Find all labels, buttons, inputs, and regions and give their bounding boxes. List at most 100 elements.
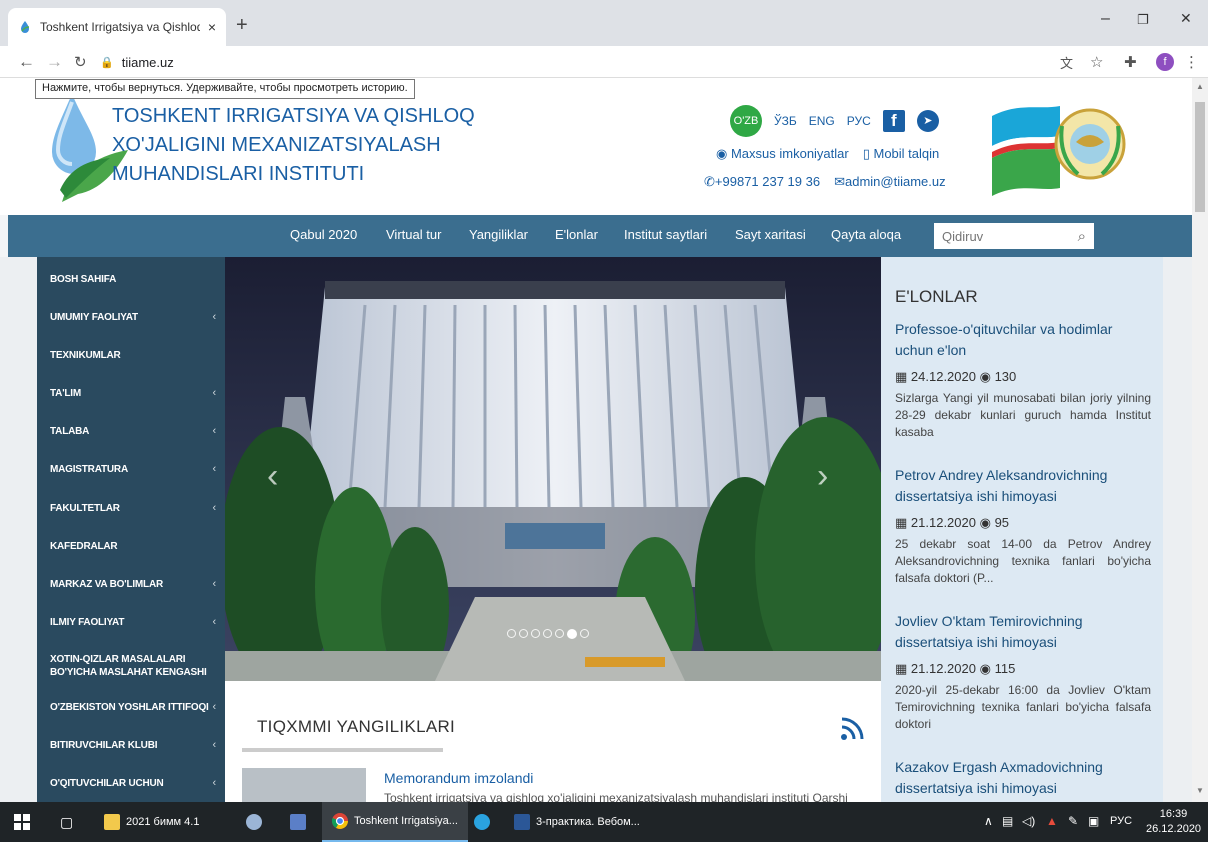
sidebar-item[interactable]: TALABA ‹ [50, 425, 222, 438]
sidebar-item[interactable]: BOSH SAHIFA [50, 273, 222, 286]
sidebar-item[interactable]: TA'LIM ‹ [50, 387, 222, 400]
nav-item-virtual-tour[interactable]: Virtual tur [386, 227, 441, 242]
scrollbar-thumb[interactable] [1195, 102, 1205, 212]
taskbar-word-label: 3-практика. Вебом... [536, 816, 640, 828]
profile-avatar[interactable]: f [1156, 53, 1174, 71]
reload-icon[interactable]: ↻ [74, 53, 87, 71]
slider-dot[interactable] [531, 629, 540, 638]
announcement-title[interactable]: Jovliev O'ktam Temirovichning dissertats… [895, 611, 1153, 653]
sidebar-item[interactable]: TEXNIKUMLAR [50, 349, 222, 362]
phone-link[interactable]: ✆+99871 237 19 36 [704, 174, 820, 190]
lang-en[interactable]: ENG [809, 114, 835, 128]
chrome-icon [332, 813, 348, 829]
lang-ru[interactable]: РУС [847, 114, 871, 128]
announcement-text: 25 dekabr soat 14-00 da Petrov Andrey Al… [895, 537, 1151, 585]
eye-icon: ◉ [716, 146, 731, 161]
email-link[interactable]: ✉admin@tiiame.uz [834, 174, 946, 190]
page-scrollbar[interactable]: ▲ ▼ [1192, 78, 1208, 802]
scroll-up-arrow-icon[interactable]: ▲ [1196, 82, 1204, 91]
close-window-button[interactable]: ✕ [1180, 10, 1192, 27]
browser-tab[interactable]: Toshkent Irrigatsiya va Qishloq X × [8, 8, 226, 46]
announcement-title[interactable]: Kazakov Ergash Axmadovichning dissertats… [895, 757, 1153, 799]
notification-icon[interactable]: ▣ [1088, 814, 1099, 828]
show-hidden-icons-icon[interactable]: ∧ [984, 814, 993, 828]
sidebar-item[interactable]: KAFEDRALAR [50, 540, 222, 553]
back-arrow-icon[interactable]: ← [18, 52, 35, 72]
minimize-button[interactable]: – [1101, 10, 1110, 28]
volume-icon[interactable]: ◁) [1022, 814, 1035, 828]
pen-icon[interactable]: ✎ [1068, 814, 1078, 828]
special-features-link[interactable]: ◉ Maxsus imkoniyatlar [716, 146, 849, 162]
taskbar-item-word[interactable]: 3-практика. Вебом... [514, 802, 640, 842]
nav-item-announcements[interactable]: E'lonlar [555, 227, 598, 242]
taskbar-item-chrome[interactable]: Toshkent Irrigatsiya... [322, 802, 468, 842]
nav-item-institute-sites[interactable]: Institut saytlari [624, 227, 707, 242]
warning-icon[interactable]: ▲ [1046, 814, 1058, 828]
maximize-button[interactable]: ❐ [1137, 12, 1149, 28]
menu-kebab-icon[interactable]: ⋮ [1184, 53, 1199, 71]
search-icon[interactable]: ⌕ [1078, 228, 1086, 245]
lang-uz-cyrillic[interactable]: ЎЗБ [774, 114, 797, 128]
sidebar-item-label: MARKAZ VA BO'LIMLAR [50, 579, 164, 590]
forward-arrow-icon[interactable]: → [46, 52, 63, 72]
news-thumbnail[interactable] [242, 768, 366, 802]
search-input[interactable] [942, 228, 1062, 244]
telegram-icon[interactable]: ➤ [916, 110, 939, 132]
sidebar-item[interactable]: O'QITUVCHILAR UCHUN ‹ [50, 777, 222, 790]
taskbar-item-folder[interactable]: 2021 бимм 4.1 [104, 802, 199, 842]
slider-dot[interactable] [555, 629, 564, 638]
institute-name[interactable]: TOSHKENT IRRIGATSIYA VA QISHLOQ XO'JALIG… [112, 102, 475, 189]
bookmark-star-icon[interactable]: ☆ [1090, 53, 1103, 71]
tab-title: Toshkent Irrigatsiya va Qishloq X [40, 20, 200, 34]
facebook-icon[interactable]: f [882, 110, 905, 132]
windows-logo-icon [14, 814, 30, 830]
slider-dot[interactable] [519, 629, 528, 638]
rss-icon[interactable] [840, 717, 864, 741]
sidebar-item[interactable]: FAKULTETLAR ‹ [50, 502, 222, 515]
contact-info: ✆+99871 237 19 36 ✉admin@tiiame.uz [704, 174, 946, 190]
slider-dot[interactable] [543, 629, 552, 638]
task-view-button[interactable]: ▢ [60, 802, 73, 842]
nav-item-admission[interactable]: Qabul 2020 [290, 227, 357, 242]
nav-item-feedback[interactable]: Qayta aloqa [831, 227, 901, 242]
telegram-icon [474, 814, 490, 830]
nav-item-news[interactable]: Yangiliklar [469, 227, 528, 242]
slider-dot[interactable] [567, 629, 577, 639]
slider-next-arrow-icon[interactable]: › [817, 457, 828, 496]
extensions-puzzle-icon[interactable]: ✚ [1124, 53, 1137, 71]
slider-dot[interactable] [507, 629, 516, 638]
announcement-title[interactable]: Petrov Andrey Aleksandrovichning dissert… [895, 465, 1153, 507]
system-clock[interactable]: 16:39 26.12.2020 [1146, 807, 1201, 837]
state-emblem-flag-icon [992, 106, 1126, 196]
scroll-down-arrow-icon[interactable]: ▼ [1196, 786, 1204, 795]
institute-name-line: MUHANDISLARI INSTITUTI [112, 163, 365, 185]
tab-close-icon[interactable]: × [208, 19, 216, 35]
image-slider[interactable]: ‹ › [225, 257, 881, 681]
announcement-title[interactable]: Professoe-o'qituvchilar va hodimlar uchu… [895, 319, 1153, 361]
sidebar-item[interactable]: XOTIN-QIZLAR MASALALARI BO'YICHA MASLAHA… [50, 653, 226, 679]
taskbar-item-paint[interactable] [246, 802, 262, 842]
new-tab-button[interactable]: + [236, 14, 248, 37]
sidebar-item[interactable]: BITIRUVCHILAR KLUBI ‹ [50, 739, 222, 752]
taskbar-item-telegram[interactable] [474, 802, 490, 842]
eye-icon: ◉ [979, 369, 995, 384]
mobile-version-link[interactable]: ▯ Mobil talqin [863, 146, 940, 162]
sidebar-item[interactable]: ILMIY FAOLIYAT ‹ [50, 616, 222, 629]
translate-icon[interactable]: 文 [1060, 53, 1073, 72]
sidebar-item[interactable]: O'ZBEKISTON YOSHLAR ITTIFOQI ‹ [50, 701, 222, 714]
sidebar-item[interactable]: UMUMIY FAOLIYAT ‹ [50, 311, 222, 324]
start-button[interactable] [14, 802, 30, 842]
url-text[interactable]: tiiame.uz [122, 55, 174, 70]
news-item-title[interactable]: Memorandum imzolandi [384, 770, 533, 786]
sidebar-item[interactable]: MARKAZ VA BO'LIMLAR ‹ [50, 578, 222, 591]
slider-prev-arrow-icon[interactable]: ‹ [267, 457, 278, 496]
taskbar-item-save[interactable] [290, 802, 306, 842]
slider-dot[interactable] [580, 629, 589, 638]
sidebar-item[interactable]: MAGISTRATURA ‹ [50, 463, 222, 476]
lang-uz-latin[interactable]: O'ZB [730, 105, 762, 137]
nav-item-sitemap[interactable]: Sayt xaritasi [735, 227, 806, 242]
calendar-icon: ▦ [895, 369, 911, 384]
omnibox[interactable]: 🔒 tiiame.uz [100, 50, 1100, 74]
input-language[interactable]: РУС [1110, 815, 1132, 827]
network-icon[interactable]: ▤ [1002, 814, 1013, 828]
